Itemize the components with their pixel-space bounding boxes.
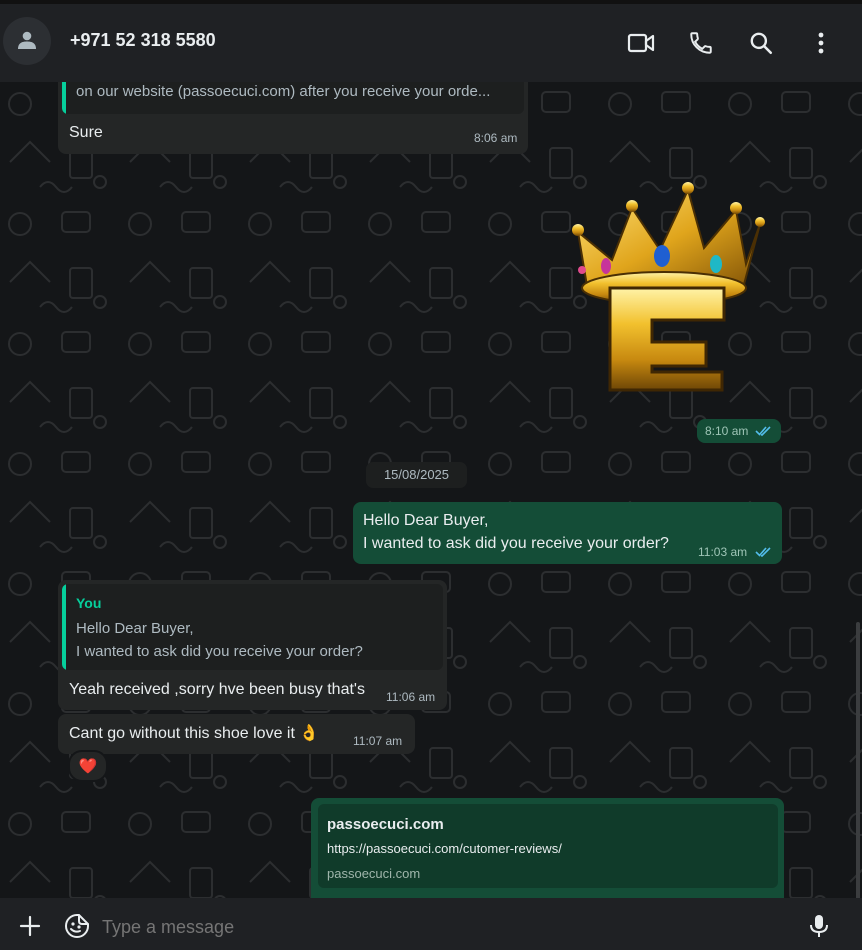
chat-messages-area[interactable]: on our website (passoecuci.com) after yo… (0, 82, 862, 898)
link-preview-url[interactable]: https://passoecuci.com/cutomer-reviews/ (327, 841, 562, 856)
message-text-line-1: Hello Dear Buyer, (363, 512, 489, 529)
quote-accent-bar (62, 82, 66, 114)
menu-kebab-icon[interactable] (806, 28, 836, 58)
quoted-message[interactable]: You Hello Dear Buyer, I wanted to ask di… (62, 584, 443, 670)
outgoing-message-bubble[interactable]: Hello Dear Buyer, I wanted to ask did yo… (353, 502, 782, 564)
heart-reaction-badge[interactable]: ❤️ (68, 750, 108, 782)
chat-header: +971 52 318 5580 (0, 0, 862, 82)
default-avatar-icon (18, 31, 36, 49)
quoted-message[interactable]: on our website (passoecuci.com) after yo… (62, 82, 524, 114)
microphone-icon[interactable] (805, 912, 833, 940)
message-text-line-2: I wanted to ask did you receive your ord… (363, 535, 669, 552)
message-time: 11:06 am (386, 690, 436, 704)
message-time: 11:07 am (353, 734, 403, 748)
voice-call-icon[interactable] (686, 28, 716, 58)
quoted-message-text: on our website (passoecuci.com) after yo… (76, 83, 491, 100)
message-time: 8:10 am (705, 424, 749, 438)
sticker-emoji-icon[interactable] (63, 912, 91, 940)
incoming-message-bubble[interactable]: You Hello Dear Buyer, I wanted to ask di… (58, 580, 447, 710)
chat-scrollbar[interactable] (856, 622, 860, 898)
message-text: Cant go without this shoe love it 👌 (69, 725, 320, 742)
read-receipt-double-check-icon (755, 426, 771, 436)
message-time: 11:03 am (698, 545, 748, 559)
message-text: Sure (69, 124, 103, 141)
quoted-message-line-2: I wanted to ask did you receive your ord… (76, 643, 363, 660)
incoming-message-bubble[interactable]: on our website (passoecuci.com) after yo… (58, 82, 528, 154)
message-text: Yeah received ,sorry hve been busy that'… (69, 681, 365, 698)
attach-plus-icon[interactable] (16, 912, 44, 940)
contact-name[interactable]: +971 52 318 5580 (70, 30, 216, 51)
link-preview-title: passoecuci.com (327, 816, 444, 833)
search-icon[interactable] (746, 28, 776, 58)
sticker-time-pill: 8:10 am (697, 419, 781, 443)
video-call-icon[interactable] (626, 28, 656, 58)
message-composer (0, 898, 862, 950)
incoming-message-bubble[interactable]: Cant go without this shoe love it 👌 11:0… (58, 714, 415, 754)
message-time: 8:06 am (474, 131, 518, 145)
date-divider: 15/08/2025 (366, 462, 467, 488)
quoted-message-author: You (76, 595, 102, 611)
quoted-message-line-1: Hello Dear Buyer, (76, 620, 194, 637)
crown-letter-e-sticker[interactable] (560, 180, 766, 396)
read-receipt-double-check-icon (755, 547, 771, 557)
link-preview-card[interactable]: passoecuci.com https://passoecuci.com/cu… (318, 804, 778, 888)
contact-avatar[interactable] (3, 17, 51, 65)
message-input[interactable] (100, 908, 794, 946)
quote-accent-bar (62, 584, 66, 670)
link-preview-domain: passoecuci.com (327, 866, 421, 881)
